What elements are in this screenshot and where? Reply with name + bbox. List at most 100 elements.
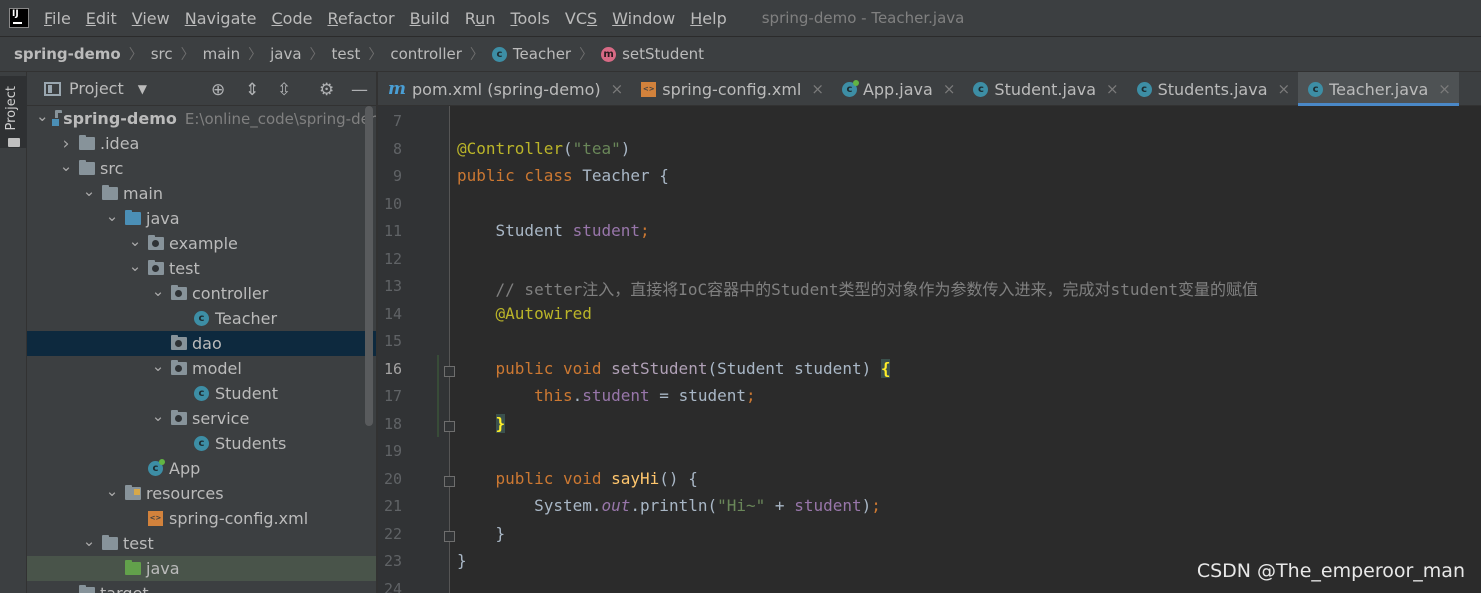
chevron-down-icon[interactable]: ⌄ [82, 532, 96, 550]
breadcrumb-separator-icon: 〉 [180, 47, 195, 63]
menu-code[interactable]: Code [272, 9, 313, 28]
tree-item-java[interactable]: ⌄ java [27, 206, 376, 231]
menu-window[interactable]: Window [612, 9, 675, 28]
chevron-down-icon[interactable]: ⌄ [105, 207, 119, 225]
tab-label: Students.java [1157, 79, 1268, 99]
breadcrumb-label: controller [390, 45, 462, 63]
tree-item-example[interactable]: ⌄ example [27, 231, 376, 256]
close-icon[interactable]: × [1278, 80, 1291, 98]
code-token: ; [871, 496, 881, 515]
menu-view[interactable]: View [132, 9, 170, 28]
close-icon[interactable]: × [1438, 80, 1451, 98]
tree-item-service[interactable]: ⌄ service [27, 406, 376, 431]
menu-navigate[interactable]: Navigate [185, 9, 257, 28]
code-token: = student [649, 386, 746, 405]
breadcrumb-item[interactable]: controller [390, 45, 462, 63]
menu-file[interactable]: File [44, 9, 71, 28]
code-token: . [572, 386, 583, 405]
hide-panel-icon[interactable]: — [351, 80, 368, 100]
tree-item-java[interactable]: ›java [27, 556, 376, 581]
tree-item-test[interactable]: ⌄ test [27, 531, 376, 556]
gear-icon[interactable]: ⚙ [319, 80, 334, 100]
breadcrumb-item[interactable]: test [332, 45, 361, 63]
tree-item-label: src [100, 159, 124, 178]
chevron-down-icon[interactable]: ⌄ [128, 257, 142, 275]
close-icon[interactable]: × [1106, 80, 1119, 98]
expand-all-icon[interactable]: ⇕ [245, 80, 259, 100]
code-token: Teacher { [582, 166, 669, 185]
chevron-down-icon[interactable]: ⌄ [36, 107, 49, 125]
tab-student-java[interactable]: c Student.java × [963, 72, 1126, 106]
tree-item-target[interactable]: ›target [27, 581, 376, 593]
chevron-down-icon[interactable]: ⌄ [151, 407, 165, 425]
menu-help[interactable]: Help [690, 9, 726, 28]
close-icon[interactable]: × [811, 80, 824, 98]
breadcrumb-item[interactable]: src [151, 45, 173, 63]
menu-refactor[interactable]: Refactor [327, 9, 394, 28]
close-icon[interactable]: × [943, 80, 956, 98]
tab-label: App.java [862, 79, 933, 99]
tab-app-java[interactable]: c App.java × [832, 72, 963, 106]
tab-spring-config-xml[interactable]: <> spring-config.xml × [631, 72, 832, 106]
tree-item-model[interactable]: ⌄ model [27, 356, 376, 381]
menu-edit[interactable]: Edit [86, 9, 117, 28]
project-view-selector[interactable]: Project [69, 79, 124, 98]
breadcrumb: spring-demo 〉 src 〉 main 〉 java 〉 test 〉 controlle… [0, 36, 1481, 72]
chevron-down-icon[interactable]: ▼ [138, 82, 147, 96]
breadcrumb-item[interactable]: spring-demo [14, 45, 121, 63]
editor-tabs: m pom.xml (spring-demo) × <> spring-config.x… [378, 72, 1481, 106]
menu-tools[interactable]: Tools [510, 9, 549, 28]
tree-item-dao[interactable]: ›dao [27, 331, 376, 356]
fold-marker-icon[interactable] [444, 475, 455, 487]
tree-item--idea[interactable]: › .idea [27, 131, 376, 156]
tree-item-test[interactable]: ⌄ test [27, 256, 376, 281]
class-icon: c [491, 46, 507, 62]
menu-bar: File Edit View Navigate Code Refactor Build Run… [0, 0, 1481, 36]
code-line: // setter注入，直接将IoC容器中的Student类型的对象作为参数传入… [457, 276, 1258, 300]
chevron-right-icon[interactable]: › [59, 134, 73, 154]
tab-teacher-java[interactable]: c Teacher.java × [1298, 72, 1459, 106]
tree-item-src[interactable]: ⌄ src [27, 156, 376, 181]
tree-item-student[interactable]: ›cStudent [27, 381, 376, 406]
folder-icon [102, 535, 118, 550]
tree-item-spring-config-xml[interactable]: ›<>spring-config.xml [27, 506, 376, 531]
tree-item-students[interactable]: ›cStudents [27, 431, 376, 456]
package-icon [171, 360, 187, 375]
collapse-all-icon[interactable]: ⇳ [277, 80, 291, 100]
menu-vcs[interactable]: VCS [565, 9, 597, 28]
chevron-down-icon[interactable]: ⌄ [151, 282, 165, 300]
breadcrumb-item[interactable]: m setStudent [601, 45, 704, 63]
chevron-down-icon[interactable]: ⌄ [128, 232, 142, 250]
chevron-down-icon[interactable]: ⌄ [82, 182, 96, 200]
tree-item-app[interactable]: ›cApp [27, 456, 376, 481]
breadcrumb-item[interactable]: java [270, 45, 301, 63]
locate-icon[interactable]: ⊕ [211, 80, 225, 100]
tree-item-teacher[interactable]: ›cTeacher [27, 306, 376, 331]
folder-icon [79, 135, 95, 150]
project-tool-window-button[interactable]: Project [0, 76, 27, 148]
app-class-icon: c [148, 459, 165, 476]
tab-pom-xml-spring-demo-[interactable]: m pom.xml (spring-demo) × [378, 72, 631, 106]
fold-marker-icon[interactable] [444, 420, 455, 432]
breadcrumb-item[interactable]: c Teacher [491, 45, 571, 63]
breadcrumb-item[interactable]: main [203, 45, 240, 63]
tree-item-controller[interactable]: ⌄ controller [27, 281, 376, 306]
method-icon: m [601, 46, 617, 62]
chevron-down-icon[interactable]: ⌄ [105, 482, 119, 500]
code-line: System.out.println("Hi~" + student); [457, 496, 881, 515]
code-token: { [880, 358, 891, 378]
tree-item-resources[interactable]: ⌄ resources [27, 481, 376, 506]
tree-item-label: App [169, 459, 201, 478]
close-icon[interactable]: × [611, 80, 624, 98]
tree-item-main[interactable]: ⌄ main [27, 181, 376, 206]
tree-item-spring-demo[interactable]: ⌄ spring-demo E:\online_code\spring-der [27, 106, 376, 131]
chevron-down-icon[interactable]: ⌄ [59, 157, 73, 175]
menu-run[interactable]: Run [465, 9, 496, 28]
fold-marker-icon[interactable] [444, 530, 455, 542]
tree-scrollbar[interactable] [365, 106, 373, 426]
class-icon: c [1136, 81, 1152, 97]
fold-marker-icon[interactable] [444, 365, 455, 377]
chevron-down-icon[interactable]: ⌄ [151, 357, 165, 375]
tab-students-java[interactable]: c Students.java × [1127, 72, 1299, 106]
menu-build[interactable]: Build [410, 9, 450, 28]
